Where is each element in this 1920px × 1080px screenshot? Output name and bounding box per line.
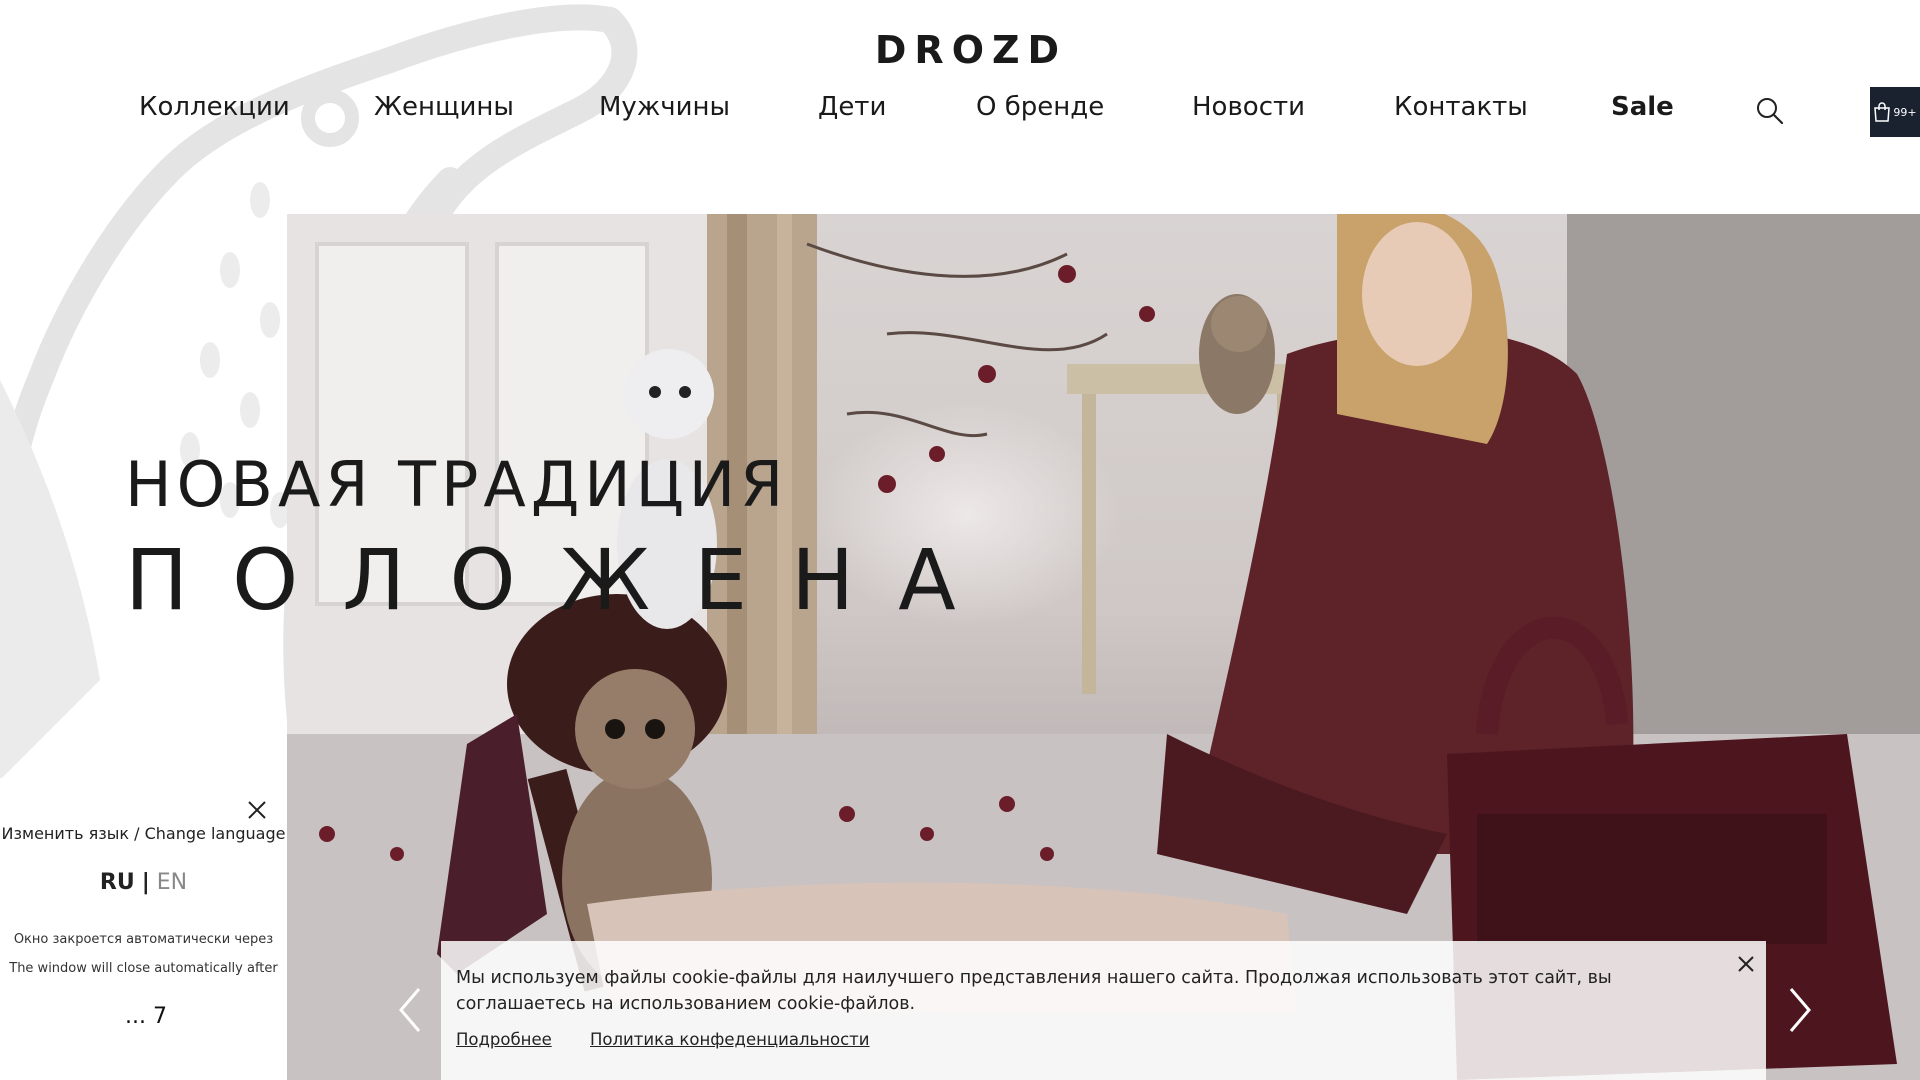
chevron-left-icon[interactable] — [395, 985, 425, 1035]
nav-item-collections[interactable]: Коллекции — [139, 92, 290, 122]
nav-item-sale[interactable]: Sale — [1611, 92, 1674, 122]
shopping-bag-icon — [1874, 102, 1891, 122]
privacy-policy-link[interactable]: Политика конфеденциальности — [590, 1030, 870, 1049]
search-icon — [1757, 98, 1784, 125]
language-popup: Изменить язык / Change language RU | EN … — [0, 778, 287, 1080]
auto-close-note-en: The window will close automatically afte… — [9, 961, 278, 976]
language-popup-title: Изменить язык / Change language — [1, 824, 286, 843]
search-button[interactable] — [1755, 96, 1785, 126]
hero-title-line1: НОВАЯ ТРАДИЦИЯ — [125, 448, 789, 521]
auto-close-timer: ... 7 — [125, 1004, 167, 1029]
language-option-en[interactable]: EN — [157, 870, 187, 895]
main-nav: Коллекции Женщины Мужчины Дети О бренде … — [0, 92, 1920, 132]
close-icon[interactable] — [245, 798, 269, 822]
nav-item-news[interactable]: Новости — [1192, 92, 1305, 122]
cookie-text: Мы используем файлы cookie-файлы для наи… — [456, 968, 1612, 1014]
nav-item-kids[interactable]: Дети — [818, 92, 886, 122]
cart-button[interactable]: 99+ — [1870, 87, 1920, 137]
hero-title: НОВАЯ ТРАДИЦИЯ ПОЛОЖЕНА — [125, 448, 1000, 629]
cookie-banner: Мы используем файлы cookie-файлы для наи… — [441, 941, 1766, 1080]
hero-title-line2: ПОЛОЖЕНА — [125, 531, 1000, 629]
page: DROZD Коллекции Женщины Мужчины Дети О б… — [0, 0, 1920, 1080]
nav-item-men[interactable]: Мужчины — [599, 92, 730, 122]
auto-close-note-ru: Окно закроется автоматически через — [13, 932, 274, 947]
nav-item-about[interactable]: О бренде — [976, 92, 1104, 122]
language-switch: RU | EN — [0, 870, 287, 895]
chevron-right-icon[interactable] — [1785, 985, 1815, 1035]
language-option-ru[interactable]: RU — [100, 870, 135, 895]
cookie-more-link[interactable]: Подробнее — [456, 1030, 552, 1049]
language-separator: | — [141, 870, 150, 895]
nav-item-contacts[interactable]: Контакты — [1394, 92, 1528, 122]
brand-logo[interactable]: DROZD — [0, 28, 1920, 72]
close-icon[interactable] — [1734, 952, 1758, 976]
cart-count-badge: 99+ — [1893, 105, 1917, 119]
nav-item-women[interactable]: Женщины — [374, 92, 514, 122]
